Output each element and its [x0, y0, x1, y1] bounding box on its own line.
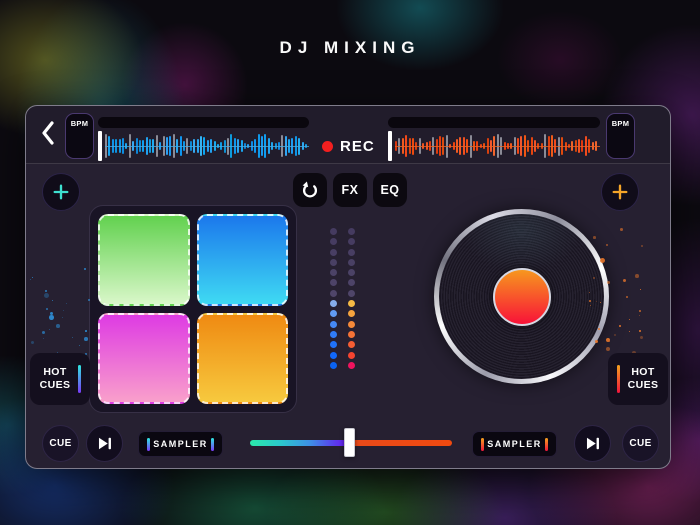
sample-pad-orange[interactable] — [196, 312, 288, 404]
turntable[interactable] — [434, 209, 609, 384]
meter-dot — [348, 289, 355, 297]
meter-dot — [348, 330, 355, 338]
meter-dot — [348, 279, 355, 287]
meter-dot — [348, 300, 355, 308]
skip-next-icon — [586, 437, 599, 450]
page-title: DJ MIXING — [279, 38, 421, 57]
track-progress-right[interactable] — [388, 117, 600, 128]
sample-pad-blue[interactable] — [196, 214, 288, 306]
sampler-indicator-bar — [211, 437, 214, 451]
level-meter-left — [330, 228, 337, 369]
hot-cues-button-left[interactable]: HOT CUES — [30, 353, 90, 405]
crossfader-track[interactable] — [250, 428, 452, 457]
sampler-indicator-bar — [545, 437, 548, 451]
skip-button-left[interactable] — [86, 425, 123, 462]
meter-dot — [348, 238, 355, 246]
fx-button[interactable]: FX — [333, 173, 367, 207]
waveform-bars-right — [395, 131, 600, 161]
meter-dot — [348, 228, 355, 235]
meter-dot — [330, 320, 337, 328]
meter-dot — [348, 310, 355, 318]
waveform-left[interactable] — [98, 131, 309, 161]
hot-cues-indicator-bar — [617, 365, 620, 393]
sampler-button-right[interactable]: SAMPLER — [472, 431, 557, 457]
meter-dot — [348, 341, 355, 349]
hot-cues-button-right[interactable]: HOT CUES — [608, 353, 668, 405]
loop-button[interactable] — [293, 173, 327, 207]
rec-label: REC — [340, 137, 375, 155]
hot-cues-indicator-bar — [78, 365, 81, 393]
meter-dot — [348, 361, 355, 369]
level-meters — [330, 228, 355, 369]
bpm-button-right[interactable]: BPM — [606, 113, 635, 159]
meter-dot — [330, 248, 337, 256]
hot-cues-label: HOT CUES — [39, 365, 71, 391]
add-track-right-button[interactable] — [601, 173, 639, 211]
waveform-bars-left — [105, 131, 309, 161]
record-dot-icon — [322, 140, 333, 152]
meter-dot — [330, 300, 337, 308]
playhead-right — [388, 131, 392, 161]
meter-dot — [348, 269, 355, 277]
cue-button-left[interactable]: CUE — [42, 425, 79, 462]
meter-dot — [330, 341, 337, 349]
dj-mixer-panel: BPM REC BPM FX EQ HOT CUES HOT CUES CUE … — [25, 105, 671, 469]
track-progress-left[interactable] — [98, 117, 309, 128]
eq-button[interactable]: EQ — [373, 173, 407, 207]
vinyl-record — [439, 214, 604, 379]
meter-dot — [330, 330, 337, 338]
sampler-button-left[interactable]: SAMPLER — [138, 431, 223, 457]
cue-button-right[interactable]: CUE — [622, 425, 659, 462]
meter-dot — [330, 238, 337, 246]
sampler-indicator-bar — [147, 437, 150, 451]
loop-arrow-icon — [302, 181, 318, 198]
vinyl-center-label — [492, 267, 551, 326]
level-meter-right — [348, 228, 355, 369]
meter-dot — [348, 320, 355, 328]
sampler-label: SAMPLER — [153, 439, 208, 449]
sample-pad-magenta[interactable] — [98, 312, 190, 404]
plus-icon — [612, 184, 628, 200]
meter-dot — [330, 228, 337, 235]
meter-dot — [330, 289, 337, 297]
meter-dot — [330, 279, 337, 287]
skip-button-right[interactable] — [574, 425, 611, 462]
meter-dot — [330, 258, 337, 266]
plus-icon — [53, 184, 69, 200]
meter-dot — [348, 351, 355, 359]
sample-pad-grid — [89, 205, 297, 413]
hot-cues-label: HOT CUES — [627, 365, 659, 391]
add-track-left-button[interactable] — [42, 173, 80, 211]
deck-header: BPM REC BPM — [26, 106, 670, 164]
sampler-label: SAMPLER — [487, 439, 542, 449]
meter-dot — [348, 258, 355, 266]
meter-dot — [330, 361, 337, 369]
meter-dot — [330, 351, 337, 359]
rec-button[interactable]: REC — [322, 131, 382, 161]
meter-dot — [348, 248, 355, 256]
back-button[interactable] — [34, 115, 62, 151]
crossfader-handle[interactable] — [344, 428, 356, 457]
sample-pad-green[interactable] — [98, 214, 190, 306]
bpm-button-left[interactable]: BPM — [65, 113, 94, 159]
waveform-right[interactable] — [388, 131, 600, 161]
meter-dot — [330, 269, 337, 277]
chevron-left-icon — [42, 121, 54, 145]
playhead-left — [98, 131, 102, 161]
skip-next-icon — [98, 437, 111, 450]
sampler-indicator-bar — [481, 437, 484, 451]
meter-dot — [330, 310, 337, 318]
